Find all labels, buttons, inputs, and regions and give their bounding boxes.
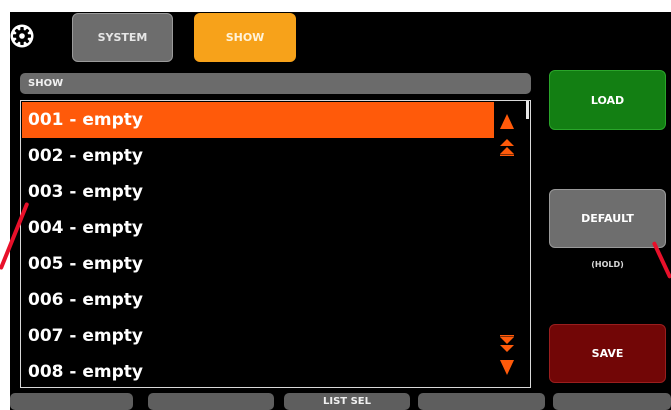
show-list: 001 - empty 002 - empty 003 - empty 004 …	[20, 100, 531, 388]
device-screen: SYSTEM SHOW SHOW 001 - empty 002 - empty…	[10, 12, 671, 410]
arrow-down-icon[interactable]	[499, 359, 515, 376]
default-hold-note: (HOLD)	[591, 260, 624, 269]
list-item-007[interactable]: 007 - empty	[22, 318, 494, 354]
default-button-label: DEFAULT	[581, 212, 634, 225]
arrow-up-icon[interactable]	[499, 113, 515, 130]
list-item-003[interactable]: 003 - empty	[22, 174, 494, 210]
softkey-4[interactable]	[418, 393, 545, 410]
load-button[interactable]: LOAD	[549, 70, 666, 130]
scrollbar[interactable]	[494, 101, 529, 387]
page-up-icon[interactable]	[499, 139, 515, 156]
save-button-label: SAVE	[591, 347, 624, 360]
list-item-002[interactable]: 002 - empty	[22, 138, 494, 174]
show-list-items: 001 - empty 002 - empty 003 - empty 004 …	[22, 102, 494, 390]
save-button[interactable]: SAVE	[549, 324, 666, 383]
softkey-1[interactable]	[10, 393, 133, 410]
tab-system-label: SYSTEM	[97, 31, 148, 44]
list-item-006[interactable]: 006 - empty	[22, 282, 494, 318]
tab-show-label: SHOW	[225, 31, 265, 44]
page-down-icon[interactable]	[499, 335, 515, 352]
tab-show[interactable]: SHOW	[194, 13, 296, 62]
section-title: SHOW	[20, 73, 531, 94]
list-item-001[interactable]: 001 - empty	[22, 102, 494, 138]
load-button-label: LOAD	[590, 93, 625, 107]
scroll-thumb[interactable]	[526, 101, 529, 119]
tab-system[interactable]: SYSTEM	[72, 13, 173, 62]
gear-icon[interactable]	[10, 24, 34, 48]
list-item-004[interactable]: 004 - empty	[22, 210, 494, 246]
list-item-008[interactable]: 008 - empty	[22, 354, 494, 390]
default-button[interactable]: DEFAULT	[549, 189, 666, 248]
list-item-005[interactable]: 005 - empty	[22, 246, 494, 282]
softkey-5[interactable]	[553, 393, 671, 410]
softkey-2[interactable]	[148, 393, 274, 410]
softkey-list-sel[interactable]: LIST SEL	[284, 393, 410, 410]
